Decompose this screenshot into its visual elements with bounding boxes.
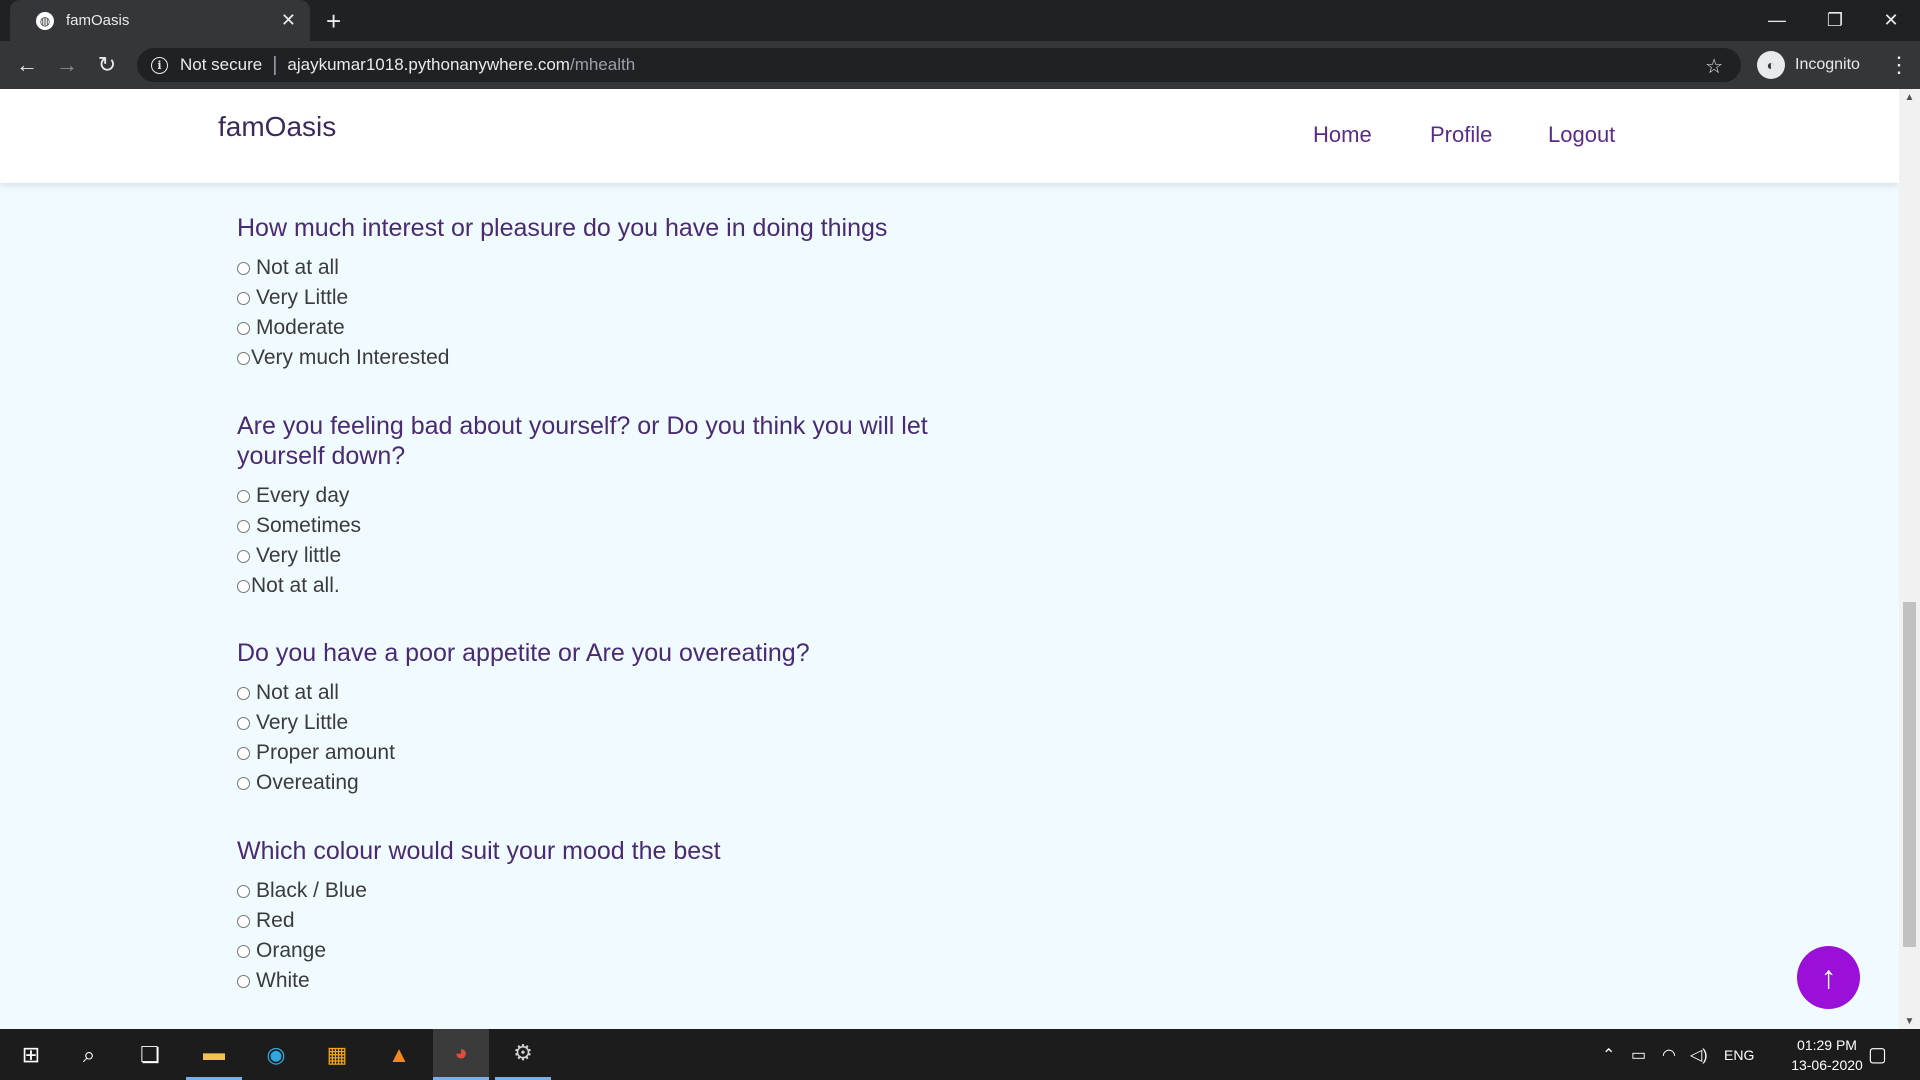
question-2: Are you feeling bad about yourself? or D… [237,412,928,470]
radio-button[interactable] [237,351,250,365]
incognito-label: Incognito [1795,56,1860,73]
radio-button[interactable] [237,884,250,898]
taskbar-clock[interactable]: 01:29 PM 13-06-2020 [1772,1035,1882,1075]
q4-option-red[interactable]: Red [237,906,295,936]
scroll-up-arrow-icon[interactable]: ▲ [1899,89,1920,105]
info-icon[interactable]: i [151,56,168,74]
q1-option-not-at-all[interactable]: Not at all [237,253,339,283]
tray-chevron-up-icon[interactable]: ⌃ [1602,1029,1615,1080]
q1-option-moderate[interactable]: Moderate [237,313,345,343]
q2-option-every-day[interactable]: Every day [237,481,349,511]
q2-option-sometimes[interactable]: Sometimes [237,511,361,541]
nav-home-link[interactable]: Home [1313,122,1372,148]
file-explorer-icon[interactable]: ▬ [186,1029,242,1080]
nav-profile-link[interactable]: Profile [1430,122,1492,148]
globe-icon: ◍ [36,11,54,30]
radio-button[interactable] [237,489,250,503]
radio-button[interactable] [237,914,250,928]
browser-tab[interactable]: ◍ famOasis ✕ [10,0,310,41]
radio-button[interactable] [237,291,250,305]
window-close-button[interactable]: ✕ [1862,0,1920,41]
page-viewport: famOasis Home Profile Logout How much in… [0,89,1899,1029]
q3-option-proper-amount[interactable]: Proper amount [237,738,395,768]
browser-tabbar: ◍ famOasis ✕ + — ❐ ✕ [0,0,1920,41]
clock-date: 13-06-2020 [1791,1057,1863,1073]
radio-button[interactable] [237,519,250,533]
bookmark-star-icon[interactable]: ☆ [1705,54,1723,79]
store-icon[interactable]: ▦ [309,1029,365,1080]
battery-icon[interactable]: ▭ [1631,1029,1646,1080]
settings-gear-icon[interactable]: ⚙ [495,1029,551,1080]
address-bar[interactable]: i Not secure | ajaykumar1018.pythonanywh… [137,48,1741,82]
search-icon[interactable]: ⌕ [61,1029,117,1080]
reload-button[interactable]: ↻ [87,41,127,89]
q3-option-very-little[interactable]: Very Little [237,708,348,738]
q2-option-very-little[interactable]: Very little [237,541,341,571]
radio-button[interactable] [237,321,250,335]
radio-button[interactable] [237,944,250,958]
url-host: ajaykumar1018.pythonanywhere.com [287,55,570,74]
radio-button[interactable] [237,974,250,988]
chrome-icon[interactable]: ◕ [433,1029,489,1080]
site-navbar: famOasis Home Profile Logout [0,89,1899,183]
nav-logout-link[interactable]: Logout [1548,122,1615,148]
arrow-up-icon: ↑ [1820,959,1837,995]
radio-button[interactable] [237,579,250,593]
incognito-indicator[interactable]: ◐ Incognito [1757,48,1860,82]
q1-option-very-little[interactable]: Very Little [237,283,348,313]
new-tab-button[interactable]: + [326,6,341,37]
q3-option-overeating[interactable]: Overeating [237,768,359,798]
q2-option-not-at-all[interactable]: Not at all. [237,571,340,601]
q1-option-very-much[interactable]: Very much Interested [237,343,449,373]
incognito-icon: ◐ [1757,51,1785,79]
minimize-button[interactable]: — [1748,0,1806,41]
scrollbar-thumb[interactable] [1903,602,1916,947]
q3-option-not-at-all[interactable]: Not at all [237,678,339,708]
radio-button[interactable] [237,261,250,275]
task-view-icon[interactable]: ❏ [122,1029,178,1080]
q4-option-orange[interactable]: Orange [237,936,326,966]
edge-icon[interactable]: ◉ [248,1029,304,1080]
radio-button[interactable] [237,746,250,760]
windows-start-icon[interactable]: ⊞ [3,1029,59,1080]
address-divider: | [272,53,278,76]
scroll-down-arrow-icon[interactable]: ▼ [1899,1013,1920,1029]
tab-title: famOasis [66,12,130,29]
close-tab-icon[interactable]: ✕ [281,10,296,31]
browser-toolbar: ← → ↻ i Not secure | ajaykumar1018.pytho… [0,41,1920,89]
language-indicator[interactable]: ENG [1724,1029,1754,1080]
wifi-icon[interactable]: ◠ [1662,1029,1676,1080]
radio-button[interactable] [237,686,250,700]
vlc-icon[interactable]: ▲ [371,1029,427,1080]
radio-button[interactable] [237,776,250,790]
question-3: Do you have a poor appetite or Are you o… [237,639,810,667]
page-scrollbar[interactable]: ▲ ▼ [1899,89,1920,1029]
windows-taskbar: ⊞ ⌕ ❏ ▬ ◉ ▦ ▲ ◕ ⚙ ⌃ ▭ ◠ ◁) ENG 01:29 PM … [0,1029,1920,1080]
q4-option-white[interactable]: White [237,966,310,996]
notification-icon[interactable]: ▢ [1868,1029,1887,1080]
clock-time: 01:29 PM [1797,1037,1857,1053]
back-button[interactable]: ← [7,41,47,89]
volume-icon[interactable]: ◁) [1690,1029,1708,1080]
scroll-to-top-button[interactable]: ↑ [1797,946,1860,1009]
restore-button[interactable]: ❐ [1806,0,1864,41]
forward-button[interactable]: → [47,41,87,89]
radio-button[interactable] [237,549,250,563]
site-brand[interactable]: famOasis [218,111,336,143]
question-1: How much interest or pleasure do you hav… [237,214,888,242]
security-label[interactable]: Not secure [180,55,262,75]
radio-button[interactable] [237,716,250,730]
question-4: Which colour would suit your mood the be… [237,837,721,865]
q4-option-black-blue[interactable]: Black / Blue [237,876,367,906]
url-path: /mhealth [569,55,636,74]
browser-menu-icon[interactable]: ⋮ [1884,41,1914,89]
